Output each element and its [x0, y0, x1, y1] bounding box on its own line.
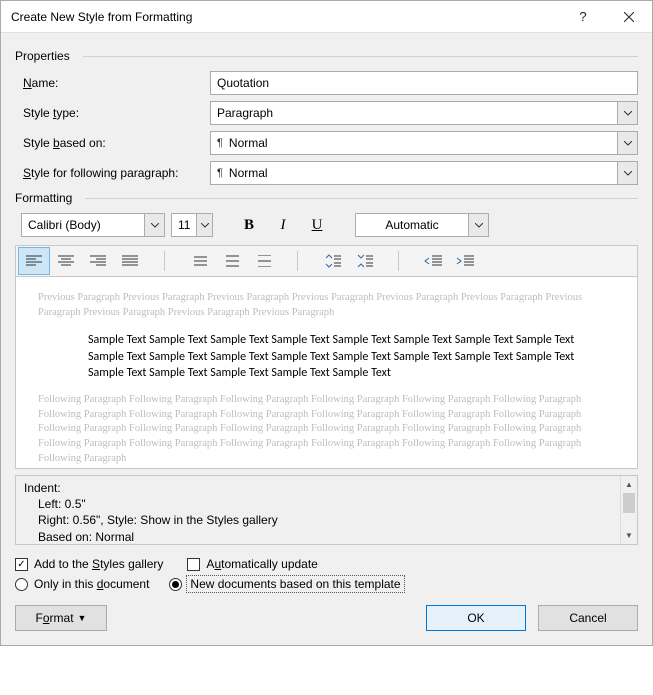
new-documents-template-label: New documents based on this template	[188, 577, 402, 591]
align-justify-button[interactable]	[114, 247, 146, 275]
auto-update-checkbox[interactable]: Automatically update	[187, 557, 317, 571]
preview-following-text: Following Paragraph Following Paragraph …	[38, 393, 615, 466]
format-toolbar-2	[15, 245, 638, 277]
line-spacing-2-button[interactable]	[247, 247, 279, 275]
style-type-value: Paragraph	[217, 106, 273, 120]
checkbox-icon: ✓	[15, 558, 28, 571]
scroll-down-icon[interactable]: ▼	[621, 527, 637, 544]
indent-icon	[456, 255, 474, 267]
caret-down-icon: ▼	[78, 613, 87, 623]
format-toolbar-1: Calibri (Body) 11 B I U Automatic	[21, 213, 638, 237]
para-space-dec-icon	[355, 254, 373, 268]
align-center-button[interactable]	[50, 247, 82, 275]
add-to-gallery-checkbox[interactable]: ✓ Add to the Styles gallery	[15, 557, 163, 571]
row-based-on: Style based on: ¶ Normal	[15, 131, 638, 155]
new-documents-template-radio[interactable]: New documents based on this template	[169, 577, 402, 591]
chevron-down-icon	[617, 102, 637, 124]
align-left-icon	[26, 255, 42, 267]
line-spacing-15-button[interactable]	[215, 247, 247, 275]
font-name-value: Calibri (Body)	[28, 218, 101, 232]
chevron-down-icon	[144, 214, 164, 236]
align-right-button[interactable]	[82, 247, 114, 275]
radio-icon	[15, 578, 28, 591]
decrease-indent-button[interactable]	[417, 247, 449, 275]
align-right-icon	[90, 255, 106, 267]
font-size-combo[interactable]: 11	[171, 213, 213, 237]
font-name-combo[interactable]: Calibri (Body)	[21, 213, 165, 237]
chevron-down-icon	[617, 132, 637, 154]
spacing-double-icon	[255, 255, 271, 267]
scroll-thumb[interactable]	[623, 493, 635, 513]
row-following: Style for following paragraph: ¶ Normal	[15, 161, 638, 185]
format-button[interactable]: Format ▼	[15, 605, 107, 631]
cancel-button[interactable]: Cancel	[538, 605, 638, 631]
separator	[398, 251, 399, 271]
style-description-box: Indent: Left: 0.5" Right: 0.56", Style: …	[15, 475, 638, 545]
preview-sample-text: Sample Text Sample Text Sample Text Samp…	[88, 332, 615, 381]
style-description: Indent: Left: 0.5" Right: 0.56", Style: …	[16, 476, 620, 544]
formatting-group-label: Formatting	[15, 191, 638, 205]
ok-button[interactable]: OK	[426, 605, 526, 631]
dialog: Create New Style from Formatting ? Prope…	[0, 0, 653, 646]
help-button[interactable]: ?	[560, 1, 606, 33]
titlebar: Create New Style from Formatting ?	[1, 1, 652, 33]
outdent-icon	[424, 255, 442, 267]
dialog-title: Create New Style from Formatting	[11, 10, 560, 24]
align-left-button[interactable]	[18, 247, 50, 275]
line-spacing-1-button[interactable]	[183, 247, 215, 275]
style-type-combo[interactable]: Paragraph	[210, 101, 638, 125]
separator	[297, 251, 298, 271]
label-based-on: Style based on:	[15, 136, 210, 150]
label-following: Style for following paragraph:	[15, 166, 210, 180]
chevron-down-icon	[196, 214, 212, 236]
row-style-type: Style type: Paragraph	[15, 101, 638, 125]
properties-group-label: Properties	[15, 49, 638, 63]
based-on-value: Normal	[229, 136, 268, 150]
preview-previous-text: Previous Paragraph Previous Paragraph Pr…	[38, 291, 615, 320]
space-before-inc-button[interactable]	[316, 247, 348, 275]
chevron-down-icon	[617, 162, 637, 184]
only-this-document-radio[interactable]: Only in this document	[15, 577, 149, 591]
following-value: Normal	[229, 166, 268, 180]
separator	[164, 251, 165, 271]
desc-line: Left: 0.5"	[24, 496, 612, 512]
based-on-combo[interactable]: ¶ Normal	[210, 131, 638, 155]
pilcrow-icon: ¶	[217, 137, 223, 149]
dialog-body: Properties Name: Style type: Paragraph S…	[1, 33, 652, 645]
checkbox-icon	[187, 558, 200, 571]
description-scrollbar[interactable]: ▲ ▼	[620, 476, 637, 544]
name-input[interactable]	[210, 71, 638, 95]
align-justify-icon	[122, 255, 138, 267]
align-center-icon	[58, 255, 74, 267]
desc-line: Based on: Normal	[24, 529, 612, 545]
italic-button[interactable]: I	[269, 213, 297, 237]
spacing-medium-icon	[223, 255, 239, 267]
increase-indent-button[interactable]	[449, 247, 481, 275]
desc-line: Indent:	[24, 480, 612, 496]
button-row: Format ▼ OK Cancel	[15, 605, 638, 631]
pilcrow-icon: ¶	[217, 167, 223, 179]
bold-button[interactable]: B	[235, 213, 263, 237]
desc-line: Right: 0.56", Style: Show in the Styles …	[24, 512, 612, 528]
scroll-track[interactable]	[621, 493, 637, 527]
preview-pane: Previous Paragraph Previous Paragraph Pr…	[15, 277, 638, 469]
following-combo[interactable]: ¶ Normal	[210, 161, 638, 185]
space-before-dec-button[interactable]	[348, 247, 380, 275]
chevron-down-icon	[468, 214, 488, 236]
font-color-value: Automatic	[385, 218, 438, 232]
para-space-inc-icon	[323, 254, 341, 268]
label-name: Name:	[15, 76, 210, 90]
font-size-value: 11	[178, 218, 190, 232]
row-name: Name:	[15, 71, 638, 95]
radio-icon	[169, 578, 182, 591]
spacing-single-icon	[191, 255, 207, 267]
font-color-combo[interactable]: Automatic	[355, 213, 489, 237]
scroll-up-icon[interactable]: ▲	[621, 476, 637, 493]
label-style-type: Style type:	[15, 106, 210, 120]
close-button[interactable]	[606, 1, 652, 33]
radio-row: Only in this document New documents base…	[15, 577, 638, 591]
underline-button[interactable]: U	[303, 213, 331, 237]
close-icon	[624, 12, 634, 22]
checkbox-row: ✓ Add to the Styles gallery Automaticall…	[15, 557, 638, 571]
